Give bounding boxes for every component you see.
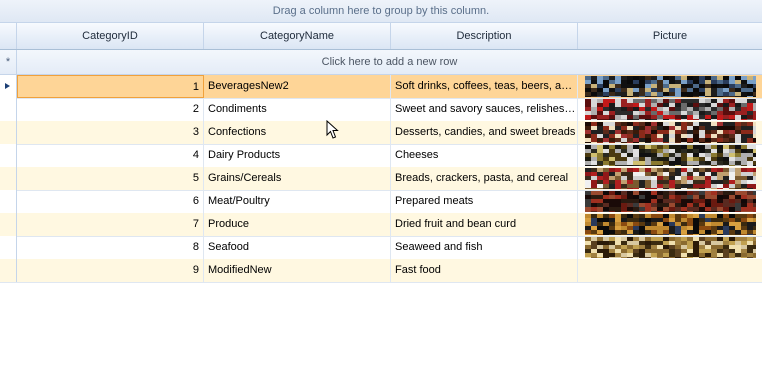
row-indicator[interactable] <box>0 190 17 213</box>
column-header-picture[interactable]: Picture <box>578 23 762 49</box>
cell-description[interactable]: Breads, crackers, pasta, and cereal <box>391 167 578 190</box>
table-row[interactable]: 7 Produce Dried fruit and bean curd <box>0 213 762 237</box>
cell-picture[interactable] <box>578 121 762 144</box>
cell-categoryid[interactable]: 9 <box>17 259 204 282</box>
cell-categoryname[interactable]: Dairy Products <box>204 144 391 167</box>
mouse-cursor-icon <box>326 120 339 139</box>
cell-picture[interactable] <box>578 75 762 98</box>
cell-categoryid[interactable]: 2 <box>17 98 204 121</box>
new-row-prompt[interactable]: Click here to add a new row <box>17 50 762 74</box>
row-indicator-header <box>0 23 17 49</box>
cell-categoryid[interactable]: 6 <box>17 190 204 213</box>
cell-picture[interactable] <box>578 144 762 167</box>
cell-description[interactable]: Desserts, candies, and sweet breads <box>391 121 578 144</box>
column-header-categoryid[interactable]: CategoryID <box>17 23 204 49</box>
row-indicator[interactable] <box>0 213 17 236</box>
row-indicator[interactable] <box>0 236 17 259</box>
cell-categoryname[interactable]: BeveragesNew2 <box>204 75 391 98</box>
cell-picture[interactable] <box>578 98 762 121</box>
column-header-description[interactable]: Description <box>391 23 578 49</box>
cell-categoryname[interactable]: Confections <box>204 121 391 144</box>
cell-description[interactable]: Soft drinks, coffees, teas, beers, and a… <box>391 75 578 98</box>
cell-categoryname[interactable]: Meat/Poultry <box>204 190 391 213</box>
cell-categoryname[interactable]: ModifiedNew <box>204 259 391 282</box>
cell-categoryname[interactable]: Condiments <box>204 98 391 121</box>
confections-image <box>585 122 756 143</box>
column-header-categoryname[interactable]: CategoryName <box>204 23 391 49</box>
row-indicator[interactable] <box>0 167 17 190</box>
seafood-image <box>585 237 756 258</box>
row-indicator[interactable] <box>0 121 17 144</box>
table-row[interactable]: 4 Dairy Products Cheeses <box>0 144 762 168</box>
row-indicator[interactable] <box>0 98 17 121</box>
cell-description[interactable]: Sweet and savory sauces, relishes, sprea… <box>391 98 578 121</box>
row-indicator[interactable] <box>0 144 17 167</box>
condiments-image <box>585 99 756 120</box>
table-row[interactable]: 9 ModifiedNew Fast food <box>0 259 762 283</box>
cell-categoryid[interactable]: 3 <box>17 121 204 144</box>
cell-description[interactable]: Dried fruit and bean curd <box>391 213 578 236</box>
cell-categoryid[interactable]: 7 <box>17 213 204 236</box>
cell-description[interactable]: Cheeses <box>391 144 578 167</box>
new-row[interactable]: * Click here to add a new row <box>0 50 762 75</box>
row-indicator[interactable] <box>0 259 17 282</box>
cell-categoryid[interactable]: 4 <box>17 144 204 167</box>
cell-picture[interactable] <box>578 213 762 236</box>
table-row[interactable]: 6 Meat/Poultry Prepared meats <box>0 190 762 214</box>
grains-image <box>585 168 756 189</box>
table-row[interactable]: 5 Grains/Cereals Breads, crackers, pasta, … <box>0 167 762 191</box>
dairy-image <box>585 145 756 166</box>
table-row[interactable]: 3 Confections Desserts, candies, and sweet… <box>0 121 762 145</box>
table-row[interactable]: 1 BeveragesNew2 Soft drinks, coffees, teas… <box>0 75 762 99</box>
cell-picture[interactable] <box>578 190 762 213</box>
row-indicator[interactable] <box>0 75 17 98</box>
cell-picture[interactable] <box>578 259 762 282</box>
cell-categoryid[interactable]: 5 <box>17 167 204 190</box>
cell-picture[interactable] <box>578 167 762 190</box>
group-by-panel[interactable]: Drag a column here to group by this colu… <box>0 0 762 23</box>
cell-categoryname[interactable]: Grains/Cereals <box>204 167 391 190</box>
cell-picture[interactable] <box>578 236 762 259</box>
cell-description[interactable]: Seaweed and fish <box>391 236 578 259</box>
table-row[interactable]: 8 Seafood Seaweed and fish <box>0 236 762 260</box>
data-grid: Drag a column here to group by this colu… <box>0 0 762 370</box>
cell-categoryname[interactable]: Produce <box>204 213 391 236</box>
cell-description[interactable]: Prepared meats <box>391 190 578 213</box>
column-header-row: CategoryID CategoryName Description Pict… <box>0 23 762 50</box>
cell-categoryid[interactable]: 8 <box>17 236 204 259</box>
beverages-image <box>585 76 756 97</box>
table-row[interactable]: 2 Condiments Sweet and savory sauces, reli… <box>0 98 762 122</box>
cell-description[interactable]: Fast food <box>391 259 578 282</box>
cell-categoryname[interactable]: Seafood <box>204 236 391 259</box>
new-row-asterisk-icon: * <box>0 50 17 74</box>
produce-image <box>585 214 756 235</box>
cell-categoryid[interactable]: 1 <box>17 75 204 98</box>
current-row-arrow-icon <box>5 83 10 90</box>
meat-image <box>585 191 756 212</box>
